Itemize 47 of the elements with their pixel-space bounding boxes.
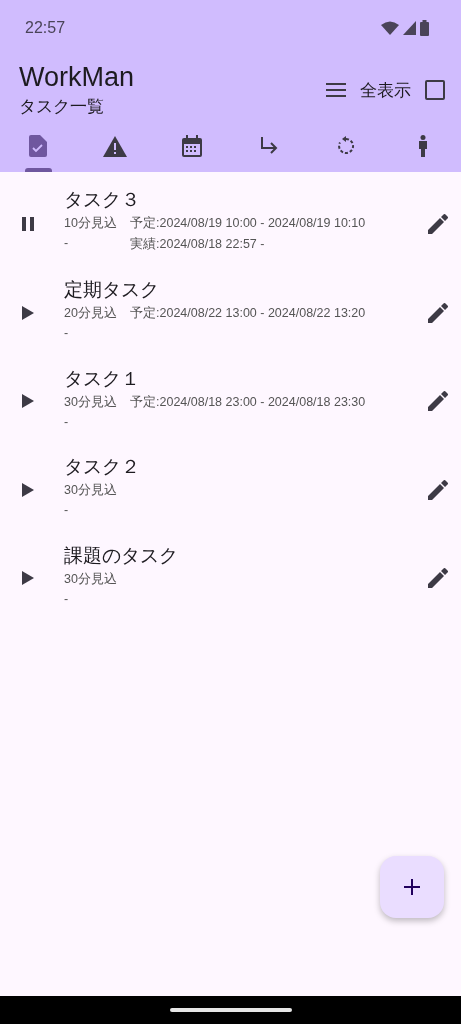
plus-icon <box>404 879 420 895</box>
calendar-icon <box>182 135 203 157</box>
document-check-icon <box>29 135 48 157</box>
person-icon <box>417 135 428 157</box>
note-text: - <box>64 503 70 518</box>
schedule-text: 予定:2024/08/22 13:00 - 2024/08/22 13:20 <box>130 305 367 323</box>
actual-text: 実績:2024/08/18 22:57 - <box>130 236 266 254</box>
warning-icon <box>103 135 128 157</box>
task-title: タスク２ <box>64 454 141 480</box>
note-text: - <box>64 236 70 253</box>
task-title: タスク１ <box>64 365 141 391</box>
status-time: 22:57 <box>25 19 66 37</box>
note-text: - <box>64 591 70 606</box>
estimate-text: 30分見込 <box>64 570 118 588</box>
tab-indicator <box>25 168 52 172</box>
estimate-text: 30分見込 <box>64 393 118 411</box>
task-title: 定期タスク <box>64 277 160 303</box>
edit-icon[interactable] <box>428 568 448 589</box>
play-icon <box>22 305 34 320</box>
battery-icon <box>420 20 429 36</box>
app-title: WorkMan <box>19 62 135 93</box>
repeat-icon <box>335 136 356 156</box>
estimate-text: 30分見込 <box>64 482 118 500</box>
signal-icon <box>403 21 416 35</box>
edit-icon[interactable] <box>428 479 448 500</box>
estimate-text: 10分見込 <box>64 215 118 233</box>
schedule-text: 予定:2024/08/18 23:00 - 2024/08/18 23:30 <box>130 393 367 411</box>
note-text: - <box>64 414 70 429</box>
filter-label: 全表示 <box>360 78 411 102</box>
edit-icon[interactable] <box>428 302 448 323</box>
task-title: 課題のタスク <box>64 542 179 568</box>
home-handle[interactable] <box>169 1008 292 1012</box>
menu-icon[interactable] <box>326 83 346 97</box>
pause-icon <box>21 217 35 232</box>
edit-icon[interactable] <box>428 214 448 235</box>
screen-subtitle: タスク一覧 <box>19 95 105 118</box>
estimate-text: 20分見込 <box>64 305 118 323</box>
turn-right-arrow-icon <box>259 137 278 155</box>
schedule-text: 予定:2024/08/19 10:00 - 2024/08/19 10:10 <box>130 215 367 233</box>
play-icon <box>22 482 34 497</box>
task-title: タスク３ <box>64 187 141 213</box>
note-text: - <box>64 326 70 341</box>
play-icon <box>22 394 34 409</box>
play-icon <box>22 571 34 586</box>
show-all-checkbox[interactable] <box>425 80 445 100</box>
wifi-icon <box>381 21 399 35</box>
edit-icon[interactable] <box>428 391 448 412</box>
